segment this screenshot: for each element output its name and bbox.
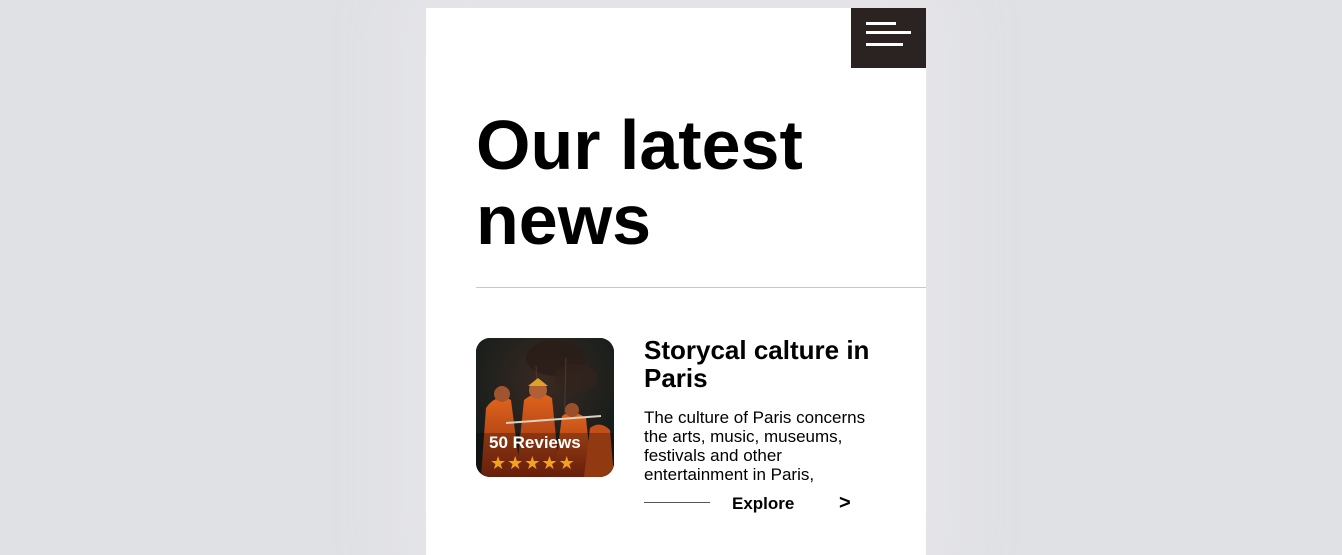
article-image[interactable]: 50 Reviews ★ ★ ★ ★ ★ <box>476 338 614 477</box>
menu-bar-middle <box>866 31 911 34</box>
news-page: Our latest news 50 Reviews ★ ★ ★ ★ ★ Sto… <box>426 8 926 555</box>
section-heading: Our latest news <box>476 106 803 259</box>
hamburger-menu-button[interactable] <box>851 8 926 68</box>
menu-bar-bottom <box>866 43 903 46</box>
article-title[interactable]: Storycal calture in Paris <box>644 336 884 392</box>
menu-bar-top <box>866 22 896 25</box>
explore-link[interactable]: Explore <box>732 494 794 514</box>
star-rating: ★ ★ ★ ★ ★ <box>490 454 575 474</box>
section-divider <box>476 287 926 288</box>
reviews-count: 50 Reviews <box>489 433 581 452</box>
star-icon: ★ <box>558 453 575 474</box>
arrow-right-icon[interactable]: > <box>839 492 851 515</box>
star-icon: ★ <box>541 453 558 474</box>
explore-divider-line <box>644 502 710 503</box>
article-description: The culture of Paris concerns the arts, … <box>644 408 866 484</box>
star-icon: ★ <box>490 453 507 474</box>
star-icon: ★ <box>507 453 524 474</box>
star-icon: ★ <box>524 453 541 474</box>
